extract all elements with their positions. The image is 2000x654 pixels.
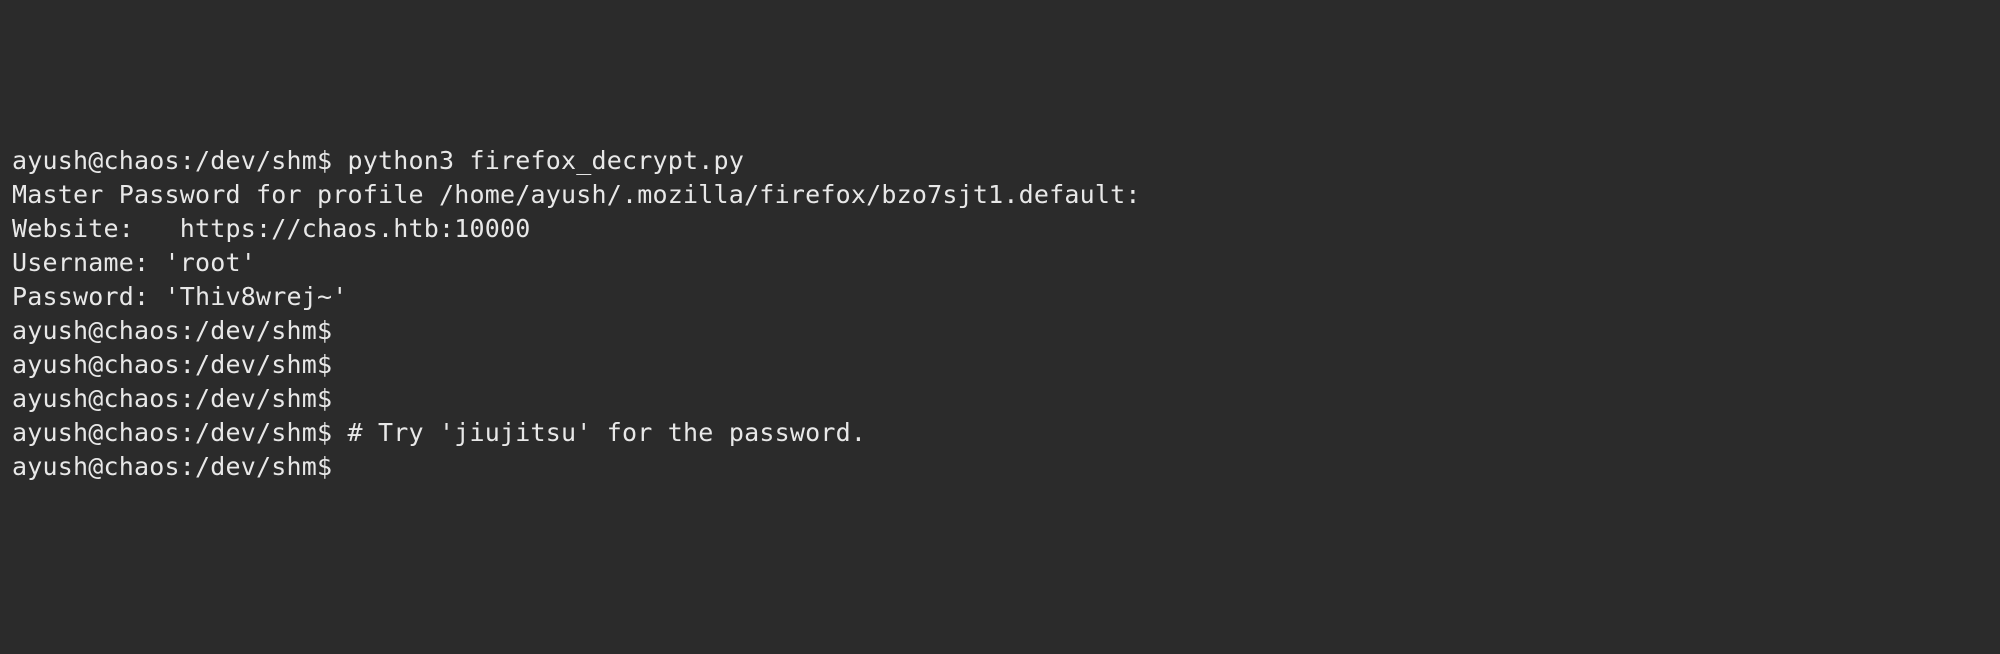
terminal-line: ayush@chaos:/dev/shm$ (12, 382, 1988, 416)
shell-prompt: ayush@chaos:/dev/shm$ (12, 418, 348, 447)
terminal-line: ayush@chaos:/dev/shm$ # Try 'jiujitsu' f… (12, 416, 1988, 450)
terminal-line: Master Password for profile /home/ayush/… (12, 178, 1988, 212)
shell-prompt: ayush@chaos:/dev/shm$ (12, 452, 332, 481)
shell-prompt: ayush@chaos:/dev/shm$ (12, 384, 332, 413)
terminal-line: ayush@chaos:/dev/shm$ (12, 450, 1988, 484)
terminal-line: ayush@chaos:/dev/shm$ (12, 314, 1988, 348)
shell-command: python3 firefox_decrypt.py (348, 146, 745, 175)
terminal-line: Password: 'Thiv8wrej~' (12, 280, 1988, 314)
shell-output: Password: 'Thiv8wrej~' (12, 282, 348, 311)
terminal-line: Username: 'root' (12, 246, 1988, 280)
shell-prompt: ayush@chaos:/dev/shm$ (12, 316, 332, 345)
shell-command: # Try 'jiujitsu' for the password. (348, 418, 867, 447)
shell-output: Username: 'root' (12, 248, 256, 277)
terminal-line: Website: https://chaos.htb:10000 (12, 212, 1988, 246)
shell-output: Master Password for profile /home/ayush/… (12, 180, 1141, 209)
shell-output: Website: https://chaos.htb:10000 (12, 214, 531, 243)
terminal-line: ayush@chaos:/dev/shm$ (12, 348, 1988, 382)
shell-prompt: ayush@chaos:/dev/shm$ (12, 350, 332, 379)
terminal-line: ayush@chaos:/dev/shm$ python3 firefox_de… (12, 144, 1988, 178)
shell-prompt: ayush@chaos:/dev/shm$ (12, 146, 348, 175)
terminal-window[interactable]: ayush@chaos:/dev/shm$ python3 firefox_de… (12, 144, 1988, 484)
